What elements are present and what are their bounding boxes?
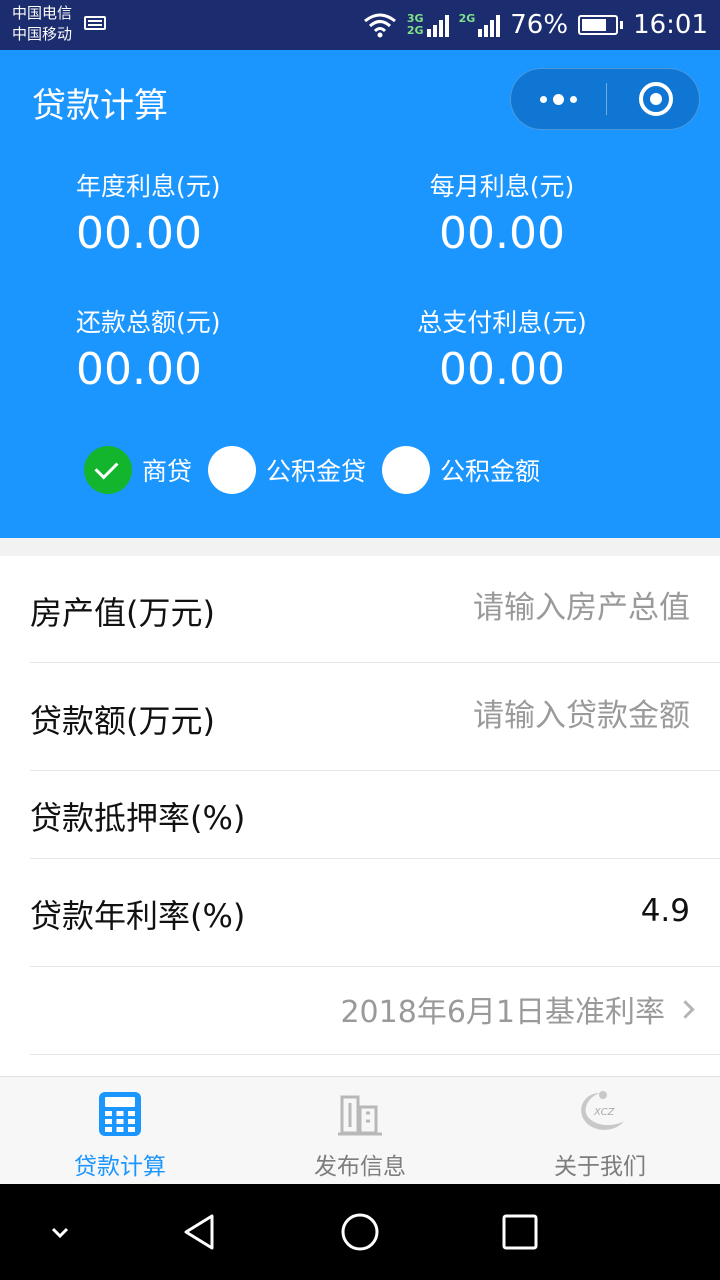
results-header: 贷款计算 年度利息(元) 00.00 每月利息(元) 00.00 还款总额(元)… bbox=[0, 50, 720, 538]
keyboard-icon bbox=[84, 16, 106, 30]
tab-label: 贷款计算 bbox=[74, 1154, 166, 1180]
carrier-info: 中国电信 中国移动 bbox=[12, 3, 72, 45]
total-repayment-stat: 还款总额(元) 00.00 bbox=[76, 308, 376, 398]
annual-rate-label: 贷款年利率(%) bbox=[30, 897, 246, 935]
home-icon[interactable] bbox=[340, 1212, 380, 1252]
loan-amount-label: 贷款额(万元) bbox=[30, 702, 215, 740]
collapse-chevron-icon[interactable] bbox=[40, 1212, 80, 1252]
battery-icon bbox=[578, 15, 624, 35]
loan-type-label: 公积金贷 bbox=[266, 457, 367, 486]
more-icon[interactable] bbox=[511, 69, 606, 129]
clock: 16:01 bbox=[633, 10, 708, 40]
signal-bars-icon bbox=[426, 13, 449, 37]
annual-rate-row: 贷款年利率(%) bbox=[30, 859, 720, 967]
chevron-right-icon bbox=[676, 999, 695, 1019]
loan-amount-row: 贷款额(万元) bbox=[30, 663, 720, 771]
loan-type-radio-group: 商贷 公积金贷 公积金额 bbox=[84, 446, 556, 494]
recents-icon[interactable] bbox=[500, 1212, 540, 1252]
wifi-icon bbox=[363, 13, 396, 38]
annual-interest-stat: 年度利息(元) 00.00 bbox=[76, 172, 376, 262]
tab-loan-calculator[interactable]: 贷款计算 bbox=[0, 1077, 240, 1185]
loan-type-provident-amount[interactable]: 公积金额 bbox=[382, 446, 540, 494]
property-value-input[interactable] bbox=[390, 586, 690, 630]
carrier-2: 中国移动 bbox=[12, 25, 73, 43]
building-icon bbox=[338, 1095, 382, 1136]
mortgage-rate-label: 贷款抵押率(%) bbox=[30, 799, 246, 837]
back-icon[interactable] bbox=[180, 1212, 220, 1252]
close-icon[interactable] bbox=[639, 82, 673, 116]
property-value-row: 房产值(万元) bbox=[30, 556, 720, 663]
loan-type-provident-fund[interactable]: 公积金贷 bbox=[208, 446, 366, 494]
carrier-1: 中国电信 bbox=[12, 4, 73, 22]
screen: 中国电信 中国移动 3G 2G 2G 76% 16:01 贷款计算 年度利息(元… bbox=[0, 0, 720, 1280]
net-2g-label: 2G bbox=[406, 24, 424, 37]
status-indicators: 3G 2G 2G 76% 16:01 bbox=[363, 6, 708, 44]
tab-publish-info[interactable]: 发布信息 bbox=[240, 1077, 480, 1185]
property-value-label: 房产值(万元) bbox=[30, 594, 215, 632]
page-title: 贷款计算 bbox=[32, 86, 168, 126]
signal-sim2: 2G bbox=[459, 13, 501, 37]
base-rate-label: 2018年6月1日基准利率 bbox=[340, 995, 665, 1030]
monthly-interest-stat: 每月利息(元) 00.00 bbox=[352, 172, 652, 262]
loan-type-label: 商贷 bbox=[142, 457, 193, 486]
mortgage-rate-row: 贷款抵押率(%) bbox=[30, 771, 720, 859]
total-interest-value: 00.00 bbox=[439, 344, 565, 395]
monthly-interest-value: 00.00 bbox=[439, 208, 565, 259]
annual-interest-value: 00.00 bbox=[76, 208, 202, 259]
radio-unchecked-icon[interactable] bbox=[208, 446, 257, 494]
total-interest-stat: 总支付利息(元) 00.00 bbox=[352, 308, 652, 398]
tab-about-us[interactable]: XCZ 关于我们 bbox=[480, 1077, 720, 1185]
total-repayment-value: 00.00 bbox=[76, 344, 202, 395]
battery-percent: 76% bbox=[510, 10, 569, 40]
total-repayment-label: 还款总额(元) bbox=[76, 308, 221, 337]
radio-checked-icon[interactable] bbox=[84, 446, 132, 494]
base-rate-row[interactable]: 2018年6月1日基准利率 bbox=[30, 967, 720, 1055]
loan-form: 房产值(万元) 贷款额(万元) 贷款抵押率(%) 贷款年利率(%) 2018年6… bbox=[0, 556, 720, 1076]
loan-type-label: 公积金额 bbox=[440, 457, 541, 486]
capsule-divider bbox=[606, 83, 607, 115]
mini-program-capsule bbox=[510, 68, 700, 130]
loan-amount-input[interactable] bbox=[390, 694, 690, 738]
signal-sim1: 3G 2G bbox=[407, 13, 449, 37]
calculator-icon bbox=[99, 1092, 141, 1136]
tab-label: 发布信息 bbox=[314, 1154, 406, 1180]
tab-label: 关于我们 bbox=[554, 1154, 646, 1180]
signal-bars-icon-sim2 bbox=[478, 13, 501, 37]
annual-rate-input[interactable] bbox=[390, 889, 690, 933]
xcz-logo-icon: XCZ bbox=[581, 1091, 624, 1130]
tab-bar: 贷款计算 发布信息 XCZ 关于我们 bbox=[0, 1076, 720, 1184]
monthly-interest-label: 每月利息(元) bbox=[429, 172, 575, 201]
loan-type-commercial[interactable]: 商贷 bbox=[84, 446, 192, 494]
svg-text:XCZ: XCZ bbox=[593, 1107, 616, 1118]
radio-unchecked-icon[interactable] bbox=[382, 446, 431, 494]
net-2g-label-sim2: 2G bbox=[458, 12, 476, 25]
base-rate-link[interactable]: 2018年6月1日基准利率 bbox=[340, 967, 695, 1051]
total-interest-label: 总支付利息(元) bbox=[417, 308, 587, 337]
status-bar: 中国电信 中国移动 3G 2G 2G 76% 16:01 bbox=[0, 0, 720, 50]
mortgage-rate-input[interactable] bbox=[390, 791, 690, 835]
system-nav-bar bbox=[0, 1184, 720, 1280]
annual-interest-label: 年度利息(元) bbox=[76, 172, 221, 201]
